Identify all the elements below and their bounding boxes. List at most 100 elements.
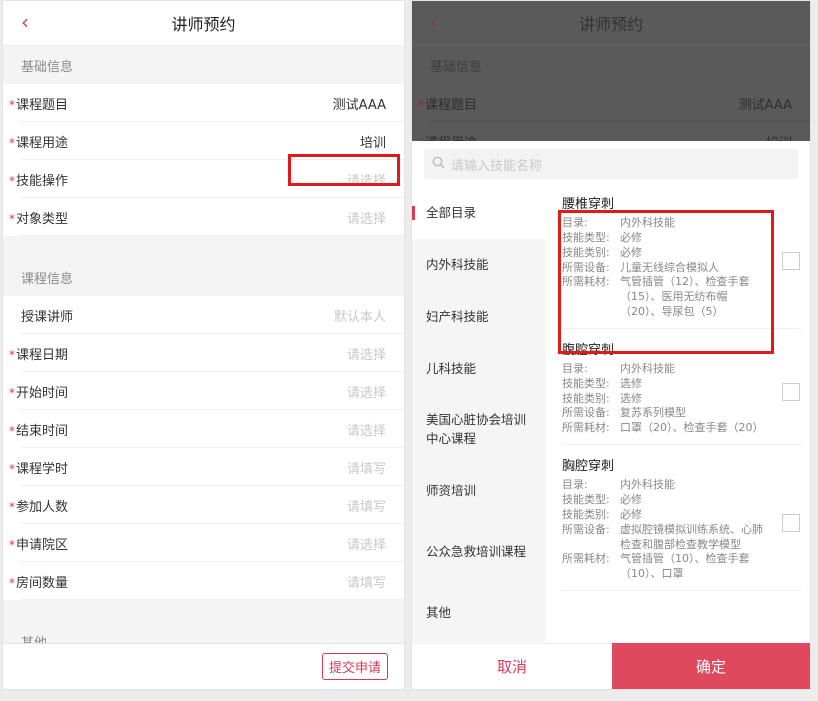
row-value: 请选择	[346, 211, 386, 227]
category-item[interactable]: 其他	[412, 587, 546, 639]
row-label: 课程题目	[16, 97, 69, 113]
skill-field-label: 技能类型:	[562, 492, 610, 506]
row-value: 请填写	[346, 575, 386, 591]
form-row-basic-3[interactable]: *对象类型 请选择	[3, 198, 404, 236]
row-label: 申请院区	[16, 537, 69, 553]
row-label: 参加人数	[16, 499, 69, 515]
course-info-list: 授课讲师 默认本人 *课程日期 请选择 *开始时间 请选择 *结束时间 请选择 *课程学时 请填写…	[3, 296, 404, 600]
required-marker: *	[9, 575, 15, 590]
skill-field: 技能类别: 选修	[562, 392, 802, 407]
cancel-button[interactable]: 取消	[412, 643, 612, 689]
category-item[interactable]: 公众急救培训课程	[412, 517, 546, 587]
required-marker: *	[9, 423, 15, 438]
row-value: 请填写	[346, 461, 386, 477]
skill-field-value: 口罩（20）、检查手套（20）	[620, 421, 764, 435]
nav-bar: ‹ 讲师预约	[412, 1, 810, 46]
row-label-wrap: *课程学时	[9, 458, 68, 477]
category-item[interactable]: 全部目录	[412, 187, 546, 239]
search-icon	[432, 156, 445, 173]
section-basic-info: 基础信息	[3, 46, 404, 84]
form-row-course-3[interactable]: *结束时间 请选择	[3, 410, 404, 448]
required-marker: *	[9, 347, 15, 362]
search-input[interactable]: 请输入技能名称	[424, 149, 798, 179]
row-value: 培训	[359, 135, 386, 151]
skill-field-value: 选修	[620, 376, 642, 390]
page-title: 讲师预约	[578, 15, 643, 34]
form-row-course-4[interactable]: *课程学时 请填写	[3, 448, 404, 486]
confirm-button[interactable]: 确定	[612, 643, 810, 689]
skill-field-label: 所需设备:	[562, 522, 610, 536]
skill-field-value: 必修	[620, 492, 642, 506]
skill-field-label: 目录:	[562, 478, 588, 492]
skill-field-value: 必修	[620, 507, 642, 521]
skill-field: 所需设备: 虚拟腔镜模拟训练系统、心肺检查和腹部检查教学模型	[562, 523, 802, 553]
row-label-wrap: *开始时间	[9, 382, 68, 401]
required-marker: *	[9, 135, 15, 150]
category-item[interactable]: 内外科技能	[412, 239, 546, 291]
nav-bar: ‹ 讲师预约	[3, 1, 404, 46]
skill-field: 技能类别: 必修	[562, 508, 802, 523]
form-row-course-0[interactable]: 授课讲师 默认本人	[3, 296, 404, 334]
row-label: 技能操作	[16, 173, 69, 189]
required-marker: *	[9, 385, 15, 400]
highlight-box	[558, 210, 774, 354]
category-item[interactable]: 美国心脏协会培训中心课程	[412, 395, 546, 465]
row-value: 请选择	[346, 347, 386, 363]
skill-field-label: 技能类别:	[562, 507, 610, 521]
skill-field-label: 目录:	[562, 361, 588, 375]
skill-field: 目录: 内外科技能	[562, 478, 802, 493]
skill-field-label: 所需设备:	[562, 406, 610, 420]
row-label-wrap: *对象类型	[9, 208, 68, 227]
skill-field-label: 所需耗材:	[562, 552, 610, 566]
action-bar: 取消 确定	[412, 643, 810, 689]
section-course-info: 课程信息	[3, 258, 404, 296]
required-marker: *	[9, 97, 15, 112]
row-value: 请选择	[346, 537, 386, 553]
row-label: 授课讲师	[21, 309, 74, 325]
form-row-basic-0[interactable]: *课程题目 测试AAA	[3, 84, 404, 122]
row-label-wrap: *房间数量	[9, 572, 68, 591]
row-value: 请选择	[346, 423, 386, 439]
skill-field-value: 气管插管（10）、检查手套（10）、口罩	[620, 552, 750, 581]
row-value: 测试AAA	[738, 97, 792, 113]
row-label: 房间数量	[16, 575, 69, 591]
dimmed-background: ‹ 讲师预约 基础信息 *课程题目 测试AAA *课程用途 培训	[412, 1, 810, 160]
section-spacer	[3, 600, 404, 622]
row-label-wrap: *技能操作	[9, 170, 68, 189]
submit-button[interactable]: 提交申请	[321, 653, 388, 680]
skill-item[interactable]: 胸腔穿刺 目录: 内外科技能 技能类型: 必修 技能类别: 必修 所需设备: 虚拟腔镜模拟训练系…	[562, 455, 802, 592]
row-value: 默认本人	[333, 309, 386, 325]
skill-item[interactable]: 腹腔穿刺 目录: 内外科技能 技能类型: 选修 技能类别: 选修 所需设备: 复苏系列模型 所需耗…	[562, 339, 802, 446]
row-label: 课程用途	[16, 135, 69, 151]
skill-field: 技能类型: 选修	[562, 377, 802, 392]
form-row-course-2[interactable]: *开始时间 请选择	[3, 372, 404, 410]
skill-field: 所需设备: 复苏系列模型	[562, 406, 802, 421]
form-row-course-1[interactable]: *课程日期 请选择	[3, 334, 404, 372]
form-row-course-6[interactable]: *申请院区 请选择	[3, 524, 404, 562]
category-item[interactable]: 妇产科技能	[412, 291, 546, 343]
row-label-wrap: 授课讲师	[9, 306, 73, 325]
category-item[interactable]: 师资培训	[412, 465, 546, 517]
row-label-wrap: *课程用途	[9, 132, 68, 151]
back-icon[interactable]: ‹	[21, 10, 29, 34]
skill-field: 所需耗材: 气管插管（10）、检查手套（10）、口罩	[562, 552, 802, 582]
category-list: 全部目录 内外科技能 妇产科技能 儿科技能 美国心脏协会培训中心课程 师资培训 公众急救培训…	[412, 187, 546, 642]
skill-field: 技能类型: 必修	[562, 493, 802, 508]
row-value: 请选择	[346, 385, 386, 401]
skill-field-value: 内外科技能	[620, 478, 675, 492]
row-value: 请填写	[346, 499, 386, 515]
form-screen: ‹ 讲师预约 基础信息 *课程题目 测试AAA *课程用途 培训 *技能操作 请选择 *对象…	[2, 0, 405, 690]
skill-checkbox[interactable]	[782, 252, 800, 270]
skill-checkbox[interactable]	[782, 382, 800, 401]
skill-field: 所需耗材: 口罩（20）、检查手套（20）	[562, 421, 802, 436]
section-basic-info: 基础信息	[412, 46, 810, 84]
form-row-course-5[interactable]: *参加人数 请填写	[3, 486, 404, 524]
skill-checkbox[interactable]	[782, 514, 800, 533]
category-item[interactable]: 儿科技能	[412, 343, 546, 395]
row-label: 课程题目	[425, 97, 478, 113]
skill-field-value: 复苏系列模型	[620, 406, 686, 420]
required-marker: *	[9, 499, 15, 514]
bottom-bar: 提交申请	[3, 643, 404, 689]
form-row-course-7[interactable]: *房间数量 请填写	[3, 562, 404, 600]
skill-field-label: 所需耗材:	[562, 421, 610, 435]
